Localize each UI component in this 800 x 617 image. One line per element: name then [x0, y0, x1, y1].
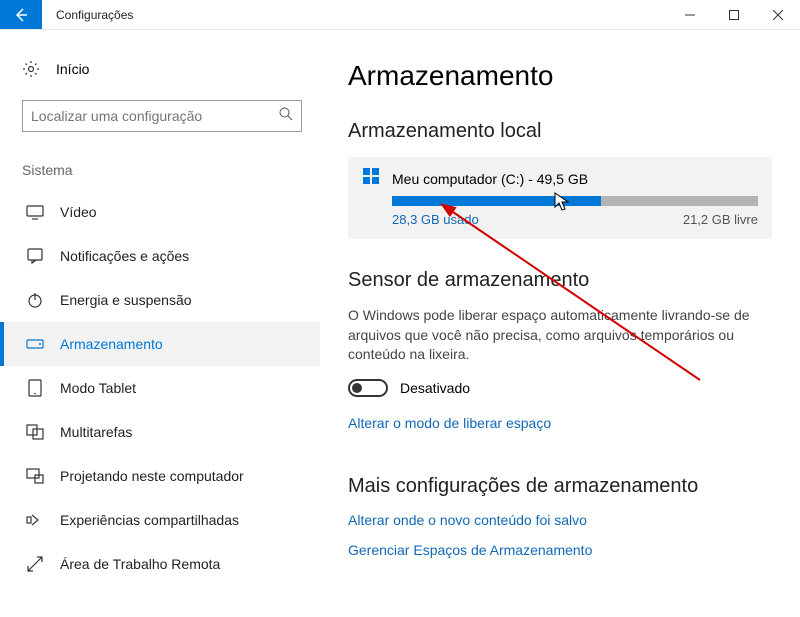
notification-icon — [26, 247, 44, 265]
sidebar-item-storage[interactable]: Armazenamento — [0, 322, 320, 366]
toggle-switch[interactable] — [348, 379, 388, 397]
sidebar-item-label: Energia e suspensão — [60, 292, 192, 308]
sensor-description: O Windows pode liberar espaço automatica… — [348, 306, 772, 365]
sidebar-item-label: Área de Trabalho Remota — [60, 556, 220, 572]
minimize-button[interactable] — [668, 0, 712, 29]
sensor-toggle[interactable]: Desativado — [348, 379, 772, 397]
storage-bar — [392, 196, 758, 206]
sidebar-home[interactable]: Início — [0, 60, 320, 100]
close-icon — [773, 10, 783, 20]
sidebar-home-label: Início — [56, 61, 89, 77]
sidebar-item-multitask[interactable]: Multitarefas — [0, 410, 320, 454]
remote-icon — [26, 555, 44, 573]
toggle-state-label: Desativado — [400, 380, 470, 396]
sidebar-item-projecting[interactable]: Projetando neste computador — [0, 454, 320, 498]
change-free-mode-link[interactable]: Alterar o modo de liberar espaço — [348, 415, 772, 431]
sidebar-item-shared[interactable]: Experiências compartilhadas — [0, 498, 320, 542]
sidebar-item-label: Notificações e ações — [60, 248, 189, 264]
search-input[interactable] — [31, 108, 279, 124]
storage-icon — [26, 335, 44, 353]
storage-bar-fill — [392, 196, 601, 206]
page-title: Armazenamento — [348, 60, 772, 92]
gear-icon — [22, 60, 40, 78]
close-button[interactable] — [756, 0, 800, 29]
maximize-icon — [729, 10, 739, 20]
shared-icon — [26, 511, 44, 529]
more-settings-title: Mais configurações de armazenamento — [348, 475, 772, 498]
sensor-title: Sensor de armazenamento — [348, 269, 772, 292]
sidebar-item-power[interactable]: Energia e suspensão — [0, 278, 320, 322]
windows-drive-icon — [362, 167, 380, 190]
project-icon — [26, 467, 44, 485]
local-storage-title: Armazenamento local — [348, 120, 772, 143]
drive-name: Meu computador (C:) - 49,5 GB — [392, 171, 588, 187]
sidebar-item-label: Modo Tablet — [60, 380, 136, 396]
sidebar-item-label: Projetando neste computador — [60, 468, 244, 484]
titlebar: Configurações — [0, 0, 800, 30]
change-save-location-link[interactable]: Alterar onde o novo conteúdo foi salvo — [348, 512, 772, 528]
window-title: Configurações — [42, 0, 133, 29]
sidebar-category: Sistema — [0, 162, 320, 190]
manage-storage-spaces-link[interactable]: Gerenciar Espaços de Armazenamento — [348, 542, 772, 558]
sidebar-item-label: Multitarefas — [60, 424, 132, 440]
search-icon — [279, 107, 293, 126]
back-button[interactable] — [0, 0, 42, 29]
maximize-button[interactable] — [712, 0, 756, 29]
sidebar-item-tablet[interactable]: Modo Tablet — [0, 366, 320, 410]
arrow-left-icon — [13, 7, 29, 23]
sidebar-item-remote[interactable]: Área de Trabalho Remota — [0, 542, 320, 586]
search-input-wrapper[interactable] — [22, 100, 302, 132]
sidebar-item-label: Armazenamento — [60, 336, 163, 352]
sidebar: Início Sistema Vídeo Notificações e açõe… — [0, 30, 320, 617]
sidebar-item-video[interactable]: Vídeo — [0, 190, 320, 234]
display-icon — [26, 203, 44, 221]
tablet-icon — [26, 379, 44, 397]
sidebar-item-label: Vídeo — [60, 204, 97, 220]
minimize-icon — [685, 10, 695, 20]
power-icon — [26, 291, 44, 309]
multitask-icon — [26, 423, 44, 441]
storage-used: 28,3 GB usado — [392, 212, 479, 227]
drive-card[interactable]: Meu computador (C:) - 49,5 GB 28,3 GB us… — [348, 157, 772, 239]
storage-free: 21,2 GB livre — [683, 212, 758, 227]
main-pane: Armazenamento Armazenamento local Meu co… — [320, 30, 800, 617]
sidebar-item-label: Experiências compartilhadas — [60, 512, 239, 528]
sidebar-item-notifications[interactable]: Notificações e ações — [0, 234, 320, 278]
